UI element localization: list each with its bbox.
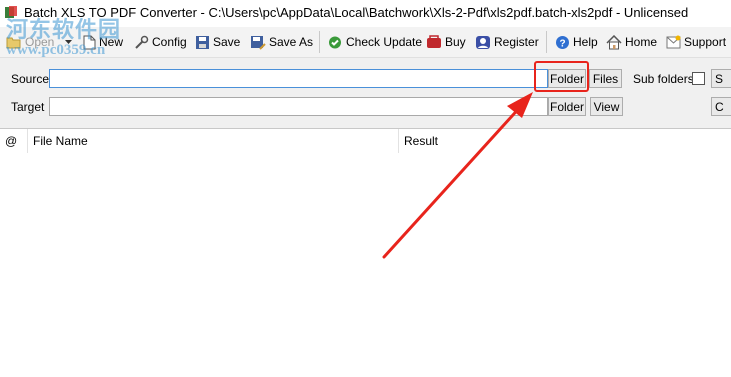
- target-folder-button[interactable]: Folder: [548, 97, 586, 116]
- toolbar-separator: [319, 31, 320, 53]
- support-icon: [666, 35, 681, 48]
- register-icon: [476, 35, 490, 49]
- file-list-header: @ File Name Result: [0, 129, 731, 153]
- open-button[interactable]: Open: [6, 33, 54, 51]
- window-title: Batch XLS TO PDF Converter - C:\Users\pc…: [24, 5, 689, 20]
- target-label: Target: [11, 100, 45, 114]
- column-header-file-name[interactable]: File Name: [28, 129, 399, 153]
- subfolders-label: Sub folders: [633, 72, 694, 86]
- config-button[interactable]: Config: [134, 33, 187, 51]
- chevron-down-icon: [65, 40, 72, 44]
- config-icon: [135, 35, 149, 49]
- cart-icon: [427, 34, 441, 48]
- toolbar: Open New Config Save Save As Check Updat…: [0, 27, 731, 58]
- app-icon: [5, 6, 17, 18]
- home-button[interactable]: Home: [606, 33, 657, 51]
- column-header-status[interactable]: @: [0, 129, 28, 153]
- folder-open-icon: [6, 37, 21, 49]
- buy-button[interactable]: Buy: [426, 33, 466, 51]
- paths-panel: Source Folder Files Sub folders S Target…: [0, 58, 731, 129]
- close-button[interactable]: C: [711, 97, 731, 116]
- save-as-icon: [251, 35, 266, 50]
- support-button[interactable]: Support: [666, 33, 726, 51]
- register-button[interactable]: Register: [475, 33, 539, 51]
- file-list[interactable]: [0, 153, 731, 377]
- check-update-button[interactable]: Check Update: [327, 33, 422, 51]
- svg-text:?: ?: [559, 38, 565, 49]
- toolbar-separator: [546, 31, 547, 53]
- column-header-result[interactable]: Result: [399, 129, 731, 153]
- open-dropdown-button[interactable]: [64, 33, 76, 51]
- source-label: Source: [11, 72, 50, 86]
- source-input[interactable]: [50, 70, 547, 87]
- source-files-button[interactable]: Files: [589, 69, 622, 88]
- home-icon: [606, 34, 622, 49]
- target-field[interactable]: [49, 97, 548, 116]
- target-input[interactable]: [50, 98, 547, 115]
- update-icon: [329, 36, 341, 48]
- target-view-button[interactable]: View: [590, 97, 623, 116]
- help-button[interactable]: ? Help: [555, 33, 598, 51]
- start-button[interactable]: S: [711, 69, 731, 88]
- subfolders-checkbox[interactable]: [692, 72, 705, 85]
- new-file-icon: [83, 35, 96, 49]
- new-button[interactable]: New: [83, 33, 123, 51]
- highlight-box: [534, 61, 589, 92]
- help-icon: ?: [556, 35, 569, 49]
- save-icon: [196, 35, 209, 49]
- title-bar: Batch XLS TO PDF Converter - C:\Users\pc…: [0, 0, 731, 26]
- source-field[interactable]: [49, 69, 548, 88]
- save-as-button[interactable]: Save As: [250, 33, 313, 51]
- save-button[interactable]: Save: [195, 33, 240, 51]
